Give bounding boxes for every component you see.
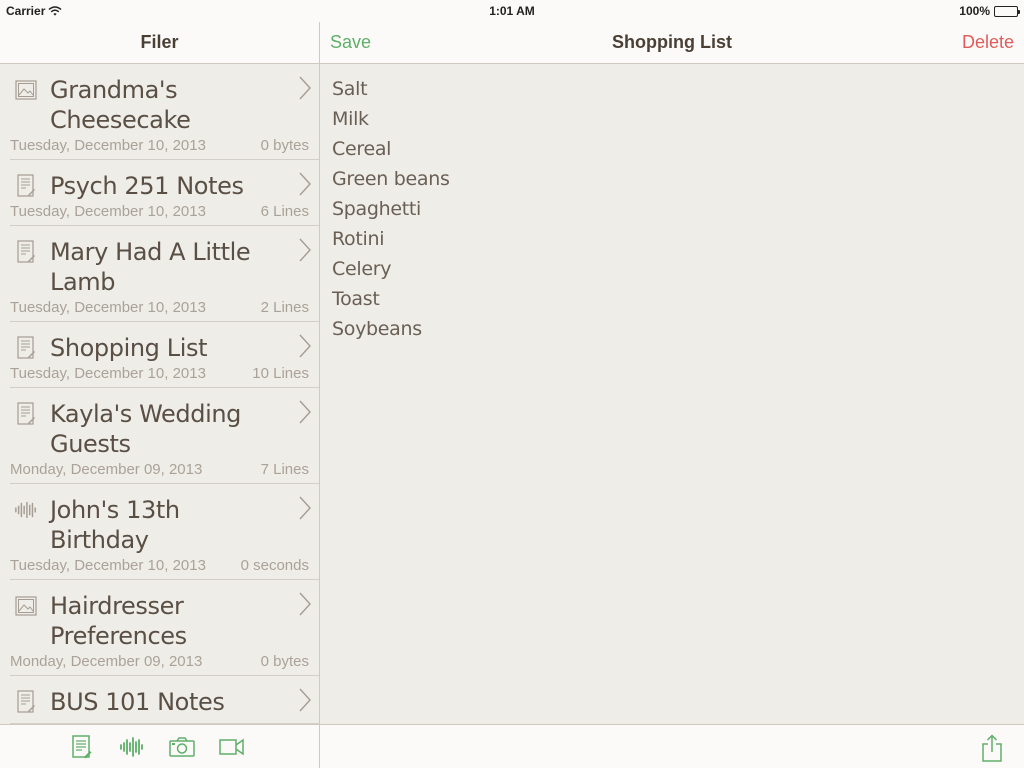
document-icon [14, 336, 38, 360]
audio-waveform-icon [14, 498, 38, 522]
document-icon [14, 240, 38, 264]
file-list-item[interactable]: Hairdresser Preferences Monday, December … [10, 580, 319, 676]
file-title: John's 13th Birthday [50, 496, 180, 554]
chevron-right-icon [299, 172, 311, 196]
video-camera-icon [218, 738, 244, 755]
create-toolbar [0, 724, 319, 768]
new-recording-button[interactable] [119, 735, 145, 759]
file-meta: Tuesday, December 10, 2013 0 bytes [10, 135, 319, 159]
document-icon [14, 690, 38, 714]
file-list-item[interactable]: Psych 251 Notes Tuesday, December 10, 201… [10, 160, 319, 226]
file-list-item[interactable]: Kayla's Wedding Guests Monday, December 0… [10, 388, 319, 484]
image-icon [14, 78, 38, 102]
file-size: 10 Lines [252, 365, 309, 382]
document-title: Shopping List [612, 32, 732, 52]
file-date: Tuesday, December 10, 2013 [10, 365, 206, 382]
battery-indicator: 100% [959, 4, 1020, 18]
clock: 1:01 AM [489, 4, 535, 18]
file-date: Monday, December 09, 2013 [10, 461, 203, 478]
document-line: Spaghetti [332, 198, 422, 220]
file-title: Hairdresser Preferences [50, 592, 187, 650]
file-title: Kayla's Wedding Guests [50, 400, 242, 458]
file-list-item[interactable]: John's 13th Birthday Tuesday, December 10… [10, 484, 319, 580]
chevron-right-icon [299, 400, 311, 424]
file-date: Tuesday, December 10, 2013 [10, 203, 206, 220]
file-title: BUS 101 Notes [50, 688, 225, 716]
status-bar: Carrier 1:01 AM 100% [0, 0, 1024, 22]
chevron-right-icon [299, 688, 311, 712]
new-document-button[interactable] [69, 734, 95, 759]
document-line: Salt [332, 78, 368, 100]
document-line: Rotini [332, 228, 385, 250]
document-line: Milk [332, 108, 369, 130]
file-list-item[interactable]: BUS 101 Notes [10, 676, 319, 724]
file-list[interactable]: Grandma's Cheesecake Tuesday, December 10… [0, 64, 319, 724]
file-size: 0 bytes [260, 137, 309, 154]
chevron-right-icon [299, 496, 311, 520]
chevron-right-icon [299, 76, 311, 100]
take-photo-button[interactable] [168, 735, 195, 759]
file-date: Tuesday, December 10, 2013 [10, 137, 206, 154]
image-icon [14, 594, 38, 618]
document-nav-bar: Save Shopping List Delete [320, 22, 1024, 64]
battery-icon [994, 5, 1020, 17]
camera-icon [168, 736, 195, 757]
file-meta: Tuesday, December 10, 2013 6 Lines [10, 201, 319, 225]
new-document-icon [71, 734, 91, 758]
file-size: 0 seconds [240, 557, 309, 574]
file-meta [10, 717, 319, 723]
file-size: 0 bytes [260, 653, 309, 670]
file-date: Tuesday, December 10, 2013 [10, 557, 206, 574]
chevron-right-icon [299, 592, 311, 616]
file-title: Psych 251 Notes [50, 172, 244, 200]
document-icon [14, 402, 38, 426]
document-line: Toast [332, 288, 380, 310]
document-line: Cereal [332, 138, 392, 160]
document-line: Green beans [332, 168, 450, 190]
file-meta: Tuesday, December 10, 2013 10 Lines [10, 363, 319, 387]
file-size: 6 Lines [260, 203, 309, 220]
file-meta: Monday, December 09, 2013 0 bytes [10, 651, 319, 675]
file-title: Shopping List [50, 334, 208, 362]
share-icon[interactable] [980, 734, 1004, 762]
file-title: Mary Had A Little Lamb [50, 238, 251, 296]
delete-button[interactable]: Delete [962, 32, 1014, 53]
file-meta: Tuesday, December 10, 2013 2 Lines [10, 297, 319, 321]
record-video-button[interactable] [218, 735, 245, 759]
file-date: Tuesday, December 10, 2013 [10, 299, 206, 316]
file-list-title: Filer [0, 22, 319, 64]
chevron-right-icon [299, 238, 311, 262]
document-line: Soybeans [332, 318, 422, 340]
file-meta: Tuesday, December 10, 2013 0 seconds [10, 555, 319, 579]
document-pane: Save Shopping List Delete Salt Milk Cereal… [320, 0, 1024, 768]
document-text-editor[interactable]: Salt Milk Cereal Green beans Spaghetti Rotini… [332, 74, 1012, 344]
file-list-item[interactable]: Shopping List Tuesday, December 10, 2013 1… [10, 322, 319, 388]
chevron-right-icon [299, 334, 311, 358]
file-list-item[interactable]: Grandma's Cheesecake Tuesday, December 10… [10, 64, 319, 160]
file-meta: Monday, December 09, 2013 7 Lines [10, 459, 319, 483]
file-title: Grandma's Cheesecake [50, 76, 191, 134]
audio-waveform-icon [119, 736, 143, 757]
document-line: Celery [332, 258, 392, 280]
file-size: 7 Lines [260, 461, 309, 478]
file-size: 2 Lines [260, 299, 309, 316]
battery-percent: 100% [959, 4, 990, 18]
file-list-item[interactable]: Mary Had A Little Lamb Tuesday, December … [10, 226, 319, 322]
document-toolbar [320, 724, 1024, 768]
file-list-pane: Filer Grandma's Cheesecake Tuesday, Decem… [0, 0, 319, 768]
file-date: Monday, December 09, 2013 [10, 653, 203, 670]
document-icon [14, 174, 38, 198]
